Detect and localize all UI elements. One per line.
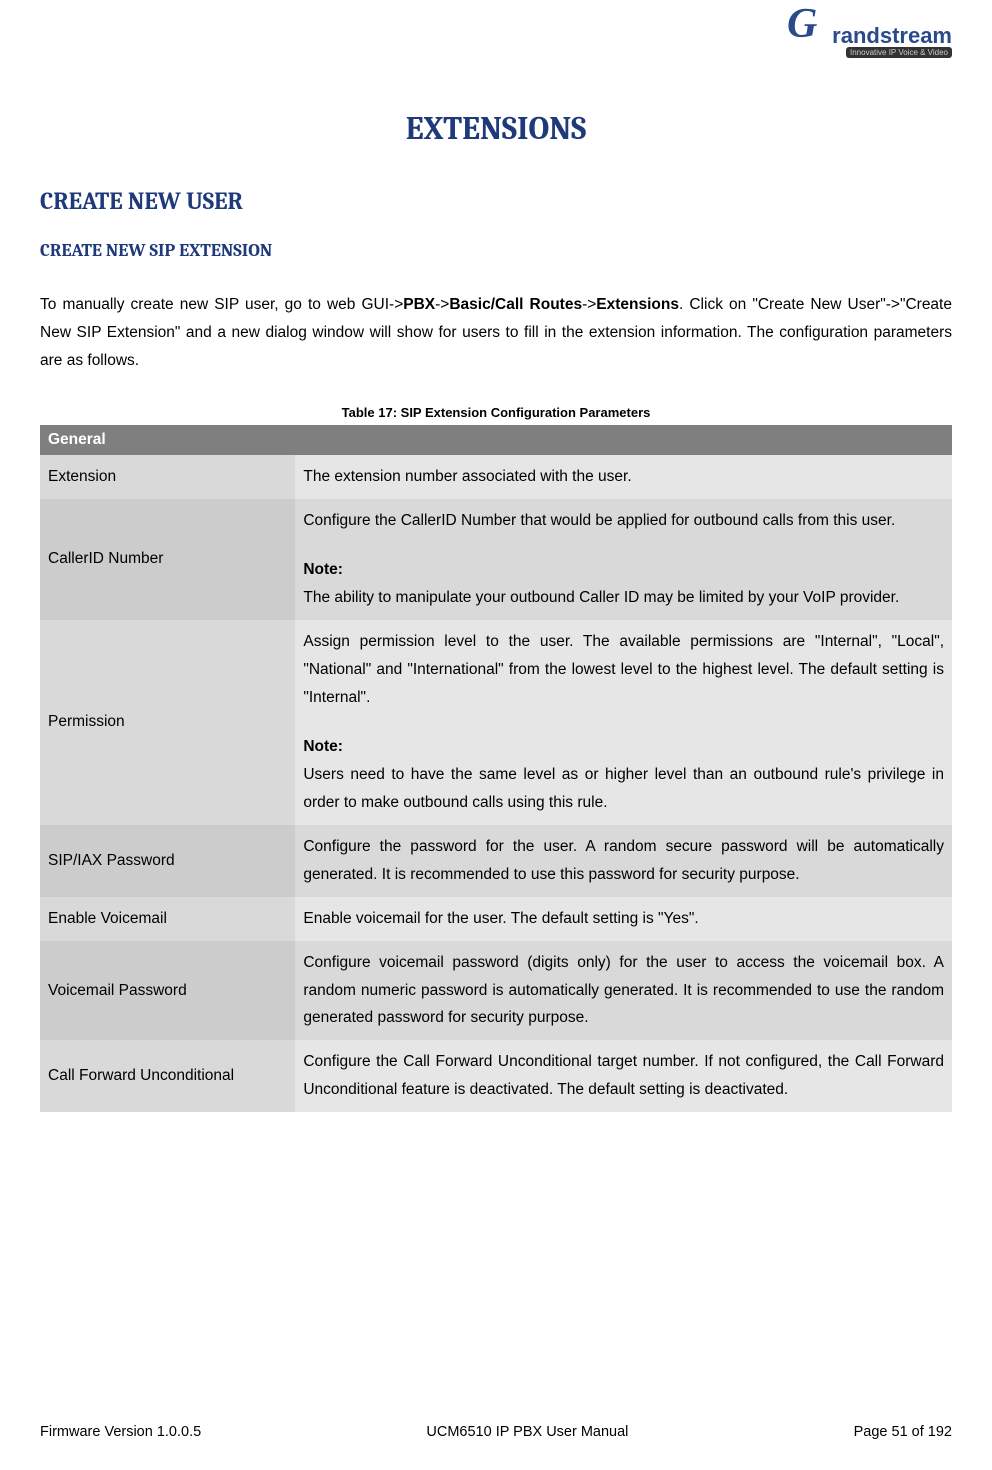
param-label: Voicemail Password — [40, 941, 295, 1041]
intro-sep2: -> — [582, 296, 596, 313]
param-desc: Configure the password for the user. A r… — [295, 825, 952, 897]
logo-brand: randstream — [832, 23, 952, 49]
intro-paragraph: To manually create new SIP user, go to w… — [40, 291, 952, 375]
table-row: Enable Voicemail Enable voicemail for th… — [40, 897, 952, 941]
brand-logo: G randstream Innovative IP Voice & Video — [782, 5, 952, 65]
param-label: Enable Voicemail — [40, 897, 295, 941]
table-row: CallerID Number Configure the CallerID N… — [40, 499, 952, 620]
footer-manual-title: UCM6510 IP PBX User Manual — [426, 1424, 628, 1440]
logo-symbol: G — [787, 0, 817, 48]
param-label: Permission — [40, 620, 295, 825]
table-section-header: General — [40, 425, 952, 455]
table-row: Permission Assign permission level to th… — [40, 620, 952, 825]
intro-bold-extensions: Extensions — [596, 296, 679, 313]
intro-sep1: -> — [435, 296, 449, 313]
logo-tagline: Innovative IP Voice & Video — [846, 47, 952, 58]
param-label: CallerID Number — [40, 499, 295, 620]
param-desc: Configure the Call Forward Unconditional… — [295, 1040, 952, 1112]
footer-firmware: Firmware Version 1.0.0.5 — [40, 1424, 201, 1440]
config-table: General Extension The extension number a… — [40, 425, 952, 1112]
note-label: Note: — [303, 733, 944, 761]
footer-page-number: Page 51 of 192 — [854, 1424, 952, 1440]
page-footer: Firmware Version 1.0.0.5 UCM6510 IP PBX … — [40, 1424, 952, 1440]
param-label: Call Forward Unconditional — [40, 1040, 295, 1112]
param-desc: Enable voicemail for the user. The defau… — [295, 897, 952, 941]
table-row: Call Forward Unconditional Configure the… — [40, 1040, 952, 1112]
param-desc: Configure voicemail password (digits onl… — [295, 941, 952, 1041]
intro-bold-pbx: PBX — [403, 296, 435, 313]
section-heading-create-sip: CREATE NEW SIP EXTENSION — [40, 240, 952, 261]
param-desc-text: Assign permission level to the user. The… — [303, 633, 944, 706]
param-desc: The extension number associated with the… — [295, 455, 952, 499]
table-row: Extension The extension number associate… — [40, 455, 952, 499]
note-text: Users need to have the same level as or … — [303, 766, 944, 811]
param-label: SIP/IAX Password — [40, 825, 295, 897]
page-title: EXTENSIONS — [40, 110, 952, 147]
param-desc-text: Configure the CallerID Number that would… — [303, 512, 895, 529]
note-label: Note: — [303, 556, 944, 584]
section-heading-create-user: CREATE NEW USER — [40, 187, 952, 215]
param-label: Extension — [40, 455, 295, 499]
table-caption: Table 17: SIP Extension Configuration Pa… — [40, 405, 952, 420]
param-desc: Assign permission level to the user. The… — [295, 620, 952, 825]
note-text: The ability to manipulate your outbound … — [303, 589, 899, 606]
table-section-header-row: General — [40, 425, 952, 455]
intro-bold-routes: Basic/Call Routes — [449, 296, 582, 313]
param-desc: Configure the CallerID Number that would… — [295, 499, 952, 620]
table-row: SIP/IAX Password Configure the password … — [40, 825, 952, 897]
table-row: Voicemail Password Configure voicemail p… — [40, 941, 952, 1041]
intro-pre: To manually create new SIP user, go to w… — [40, 296, 403, 313]
